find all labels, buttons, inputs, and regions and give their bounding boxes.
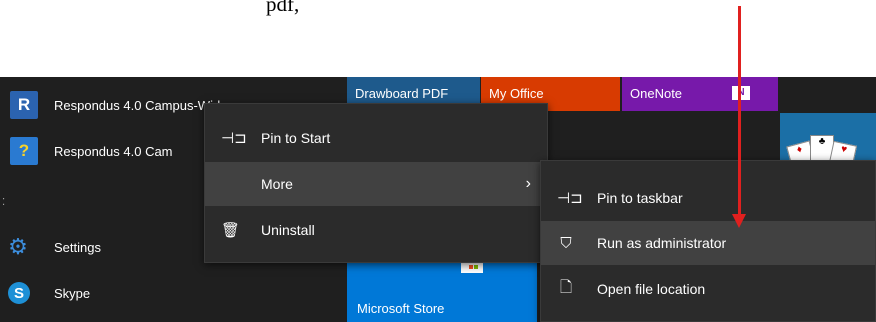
app-item-label: Respondus 4.0 Cam [54, 143, 173, 159]
tile-label: OneNote [630, 86, 683, 101]
pin-icon: ⊣⊐ [557, 190, 583, 207]
tile-label: My Office [489, 86, 544, 101]
red-arrow-head-icon [732, 214, 746, 228]
menu-item-pin-to-start[interactable]: ⊣⊐ Pin to Start [205, 116, 547, 160]
menu-item-label: Open file location [597, 281, 706, 297]
respondus-question-icon: ? [10, 137, 38, 165]
more-submenu: ⊣⊐ Pin to taskbar ⛉ Run as administrator… [540, 160, 876, 322]
menu-item-label: Pin to Start [261, 130, 331, 146]
tile-label: Microsoft Store [357, 301, 445, 316]
app-item-skype[interactable]: S Skype [0, 271, 346, 315]
menu-item-more[interactable]: More › [205, 162, 547, 206]
menu-item-uninstall[interactable]: 🗑 Uninstall [205, 208, 547, 252]
app-item-label: Skype [54, 285, 91, 301]
chevron-right-icon: › [525, 175, 531, 192]
app-item-label: Settings [54, 239, 101, 255]
tile-label: Drawboard PDF [355, 86, 449, 101]
red-arrow-shaft [738, 6, 741, 218]
menu-item-run-as-administrator[interactable]: ⛉ Run as administrator [541, 221, 875, 265]
skype-icon: S [8, 282, 30, 304]
pin-icon: ⊣⊐ [221, 130, 247, 147]
file-icon: 🗋 [559, 278, 573, 296]
menu-item-open-file-location[interactable]: 🗋 Open file location [541, 267, 875, 311]
onenote-icon: N [732, 86, 750, 100]
tile-microsoft-store[interactable]: Microsoft Store [347, 257, 537, 322]
menu-item-label: Pin to taskbar [597, 190, 683, 206]
trash-icon: 🗑 [221, 222, 241, 239]
menu-item-label: More [261, 176, 293, 192]
app-item-label: Respondus 4.0 Campus-Wide [54, 97, 228, 113]
list-scroll-marker: ⁚ [2, 197, 6, 208]
tile-onenote[interactable]: OneNote N [622, 77, 778, 111]
respondus-r-icon: R [10, 91, 38, 119]
menu-item-pin-to-taskbar[interactable]: ⊣⊐ Pin to taskbar [541, 176, 875, 220]
gear-icon: ⚙ [8, 234, 28, 259]
menu-item-label: Run as administrator [597, 235, 727, 251]
context-menu: ⊣⊐ Pin to Start More › 🗑 Uninstall [204, 103, 548, 263]
menu-item-label: Uninstall [261, 222, 315, 238]
admin-shield-icon: ⛉ [560, 234, 572, 252]
header-partial-text: pdf, [266, 0, 300, 16]
